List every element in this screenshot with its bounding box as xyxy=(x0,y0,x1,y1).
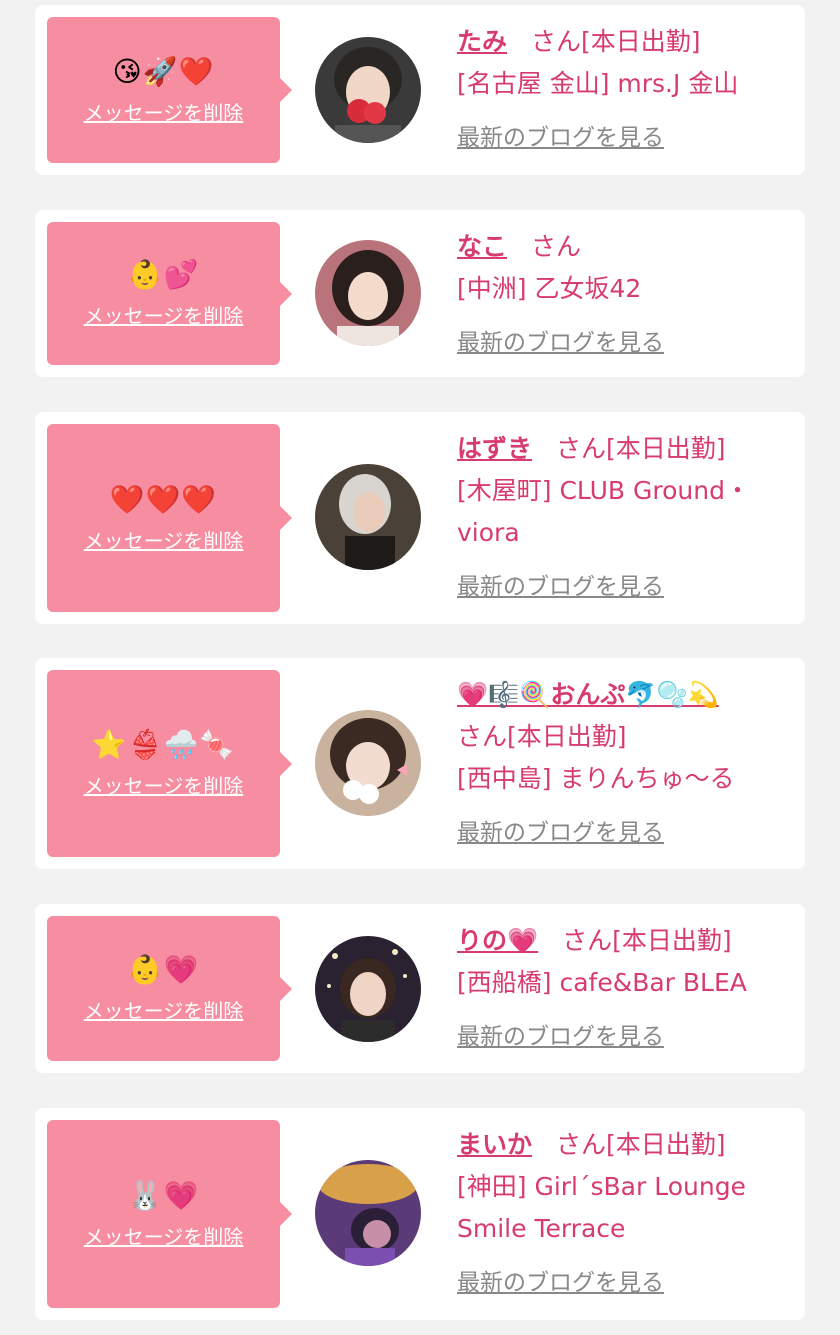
honorific: さん xyxy=(562,926,613,955)
honorific: さん xyxy=(556,434,607,463)
message-bubble: 😘🚀❤️ メッセージを削除 xyxy=(47,17,292,163)
delete-message-link[interactable]: メッセージを削除 xyxy=(84,300,244,329)
message-info: 💗🎼🍭おんぷ🐬🫧💫 さん[本日出勤] [西中島] まりんちゅ～る 最新のブログを… xyxy=(457,674,793,854)
shop-label: [木屋町] CLUB Ground・viora xyxy=(457,476,750,547)
cast-name-link[interactable]: りの💗 xyxy=(457,926,538,955)
delete-message-link[interactable]: メッセージを削除 xyxy=(84,97,244,126)
shop-label: [西船橋] cafe&Bar BLEA xyxy=(457,968,747,997)
blog-link[interactable]: 最新のブログを見る xyxy=(457,117,664,159)
cast-name-link[interactable]: なこ xyxy=(457,232,507,261)
message-emoji: ❤️❤️❤️ xyxy=(109,482,218,516)
delete-message-link[interactable]: メッセージを削除 xyxy=(84,525,244,554)
delete-message-link[interactable]: メッセージを削除 xyxy=(84,1221,244,1250)
message-emoji: 👶💕 xyxy=(127,258,200,291)
blog-link[interactable]: 最新のブログを見る xyxy=(457,322,664,364)
message-bubble: ⭐👙🌧️🍬 メッセージを削除 xyxy=(47,670,292,857)
cast-name-link[interactable]: はずき xyxy=(457,434,532,463)
blog-link[interactable]: 最新のブログを見る xyxy=(457,1016,664,1058)
message-list: 😘🚀❤️ メッセージを削除 たみ さん[本日出勤] [名古屋 金山] mrs.J … xyxy=(0,0,840,1335)
avatar[interactable] xyxy=(315,1160,421,1266)
message-bubble: 👶💗 メッセージを削除 xyxy=(47,916,292,1061)
avatar[interactable] xyxy=(315,710,421,816)
blog-link[interactable]: 最新のブログを見る xyxy=(457,1262,664,1304)
honorific: さん xyxy=(556,1130,607,1159)
delete-message-link[interactable]: メッセージを削除 xyxy=(84,770,244,799)
message-info: なこ さん [中洲] 乙女坂42 最新のブログを見る xyxy=(457,226,793,364)
status-label: [本日出勤] xyxy=(606,434,726,463)
avatar-image xyxy=(315,710,421,816)
cast-name-link[interactable]: 💗🎼🍭おんぷ🐬🫧💫 xyxy=(457,680,719,709)
avatar-image xyxy=(315,936,421,1042)
message-bubble: ❤️❤️❤️ メッセージを削除 xyxy=(47,424,292,612)
status-label: [本日出勤] xyxy=(606,1130,726,1159)
blog-link[interactable]: 最新のブログを見る xyxy=(457,566,664,608)
message-info: たみ さん[本日出勤] [名古屋 金山] mrs.J 金山 最新のブログを見る xyxy=(457,21,793,159)
shop-label: [中洲] 乙女坂42 xyxy=(457,274,642,303)
message-info: まいか さん[本日出勤] [神田] Girl´sBar Lounge Smile … xyxy=(457,1124,793,1304)
honorific: さん xyxy=(531,232,582,261)
message-card: 👶💗 メッセージを削除 りの💗 さん[本日出勤] [西船橋] cafe&Bar B… xyxy=(35,904,805,1073)
avatar-image xyxy=(315,1160,421,1266)
honorific: さん xyxy=(531,27,582,56)
avatar[interactable] xyxy=(315,936,421,1042)
message-card: 👶💕 メッセージを削除 なこ さん [中洲] 乙女坂42 最新のブログを見る xyxy=(35,210,805,377)
blog-link[interactable]: 最新のブログを見る xyxy=(457,812,664,854)
message-emoji: 😘🚀❤️ xyxy=(112,54,215,88)
message-emoji: 🐰💗 xyxy=(127,1178,200,1212)
message-card: ❤️❤️❤️ メッセージを削除 はずき さん[本日出勤] [木屋町] CLUB G… xyxy=(35,412,805,624)
message-card: 😘🚀❤️ メッセージを削除 たみ さん[本日出勤] [名古屋 金山] mrs.J … xyxy=(35,5,805,175)
message-bubble: 👶💕 メッセージを削除 xyxy=(47,222,292,365)
shop-label: [西中島] まりんちゅ～る xyxy=(457,764,735,793)
avatar-image xyxy=(315,37,421,143)
avatar-image xyxy=(315,464,421,570)
status-label: [本日出勤] xyxy=(507,722,627,751)
avatar[interactable] xyxy=(315,464,421,570)
message-bubble: 🐰💗 メッセージを削除 xyxy=(47,1120,292,1308)
cast-name-link[interactable]: まいか xyxy=(457,1130,532,1159)
avatar[interactable] xyxy=(315,240,421,346)
message-emoji: ⭐👙🌧️🍬 xyxy=(91,728,236,761)
avatar-image xyxy=(315,240,421,346)
delete-message-link[interactable]: メッセージを削除 xyxy=(84,995,244,1024)
honorific: さん xyxy=(457,722,508,751)
status-label: [本日出勤] xyxy=(581,27,701,56)
status-label: [本日出勤] xyxy=(612,926,732,955)
shop-label: [名古屋 金山] mrs.J 金山 xyxy=(457,69,739,98)
message-card: ⭐👙🌧️🍬 メッセージを削除 💗🎼🍭おんぷ🐬🫧💫 さん[本日出勤] [西中島] … xyxy=(35,658,805,869)
message-card: 🐰💗 メッセージを削除 まいか さん[本日出勤] [神田] Girl´sBar L… xyxy=(35,1108,805,1320)
message-info: はずき さん[本日出勤] [木屋町] CLUB Ground・viora 最新のブ… xyxy=(457,428,793,608)
cast-name-link[interactable]: たみ xyxy=(457,27,507,56)
shop-label: [神田] Girl´sBar Lounge Smile Terrace xyxy=(457,1172,746,1243)
avatar[interactable] xyxy=(315,37,421,143)
message-emoji: 👶💗 xyxy=(127,953,200,986)
message-info: りの💗 さん[本日出勤] [西船橋] cafe&Bar BLEA 最新のブログを見… xyxy=(457,920,793,1058)
